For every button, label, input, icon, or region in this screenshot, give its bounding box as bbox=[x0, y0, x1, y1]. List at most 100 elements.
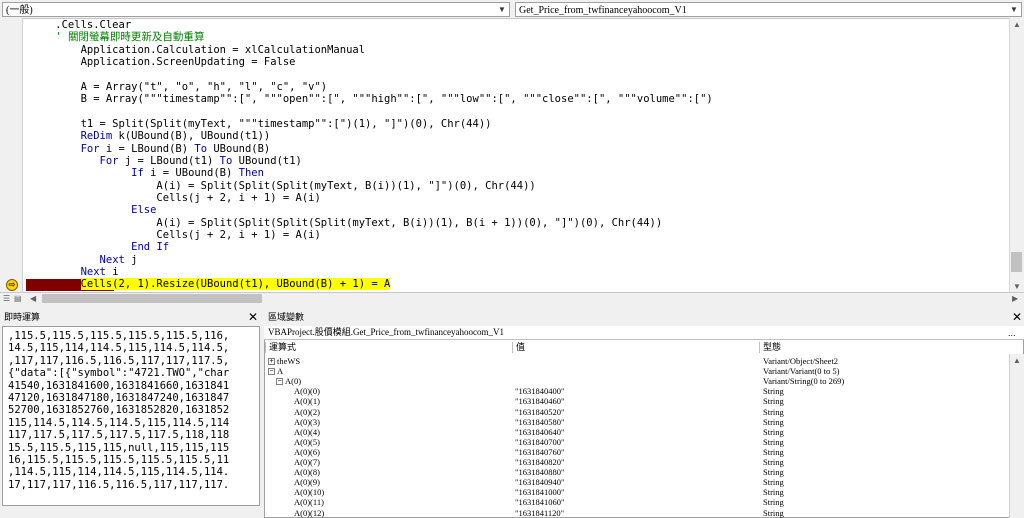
locals-expression[interactable]: A(0)(11) bbox=[294, 497, 324, 507]
locals-value[interactable]: "1631840940" bbox=[515, 477, 564, 487]
code-keyword: Next bbox=[99, 253, 125, 266]
collapse-icon[interactable]: − bbox=[268, 367, 275, 375]
code-line[interactable]: B = Array("""timestamp"":[", """open"":[… bbox=[30, 93, 713, 105]
immediate-line: ,117,117,116.5,116.5,117,117,117.5, bbox=[8, 354, 230, 367]
immediate-line: 41540,1631841600,1631841660,1631841 bbox=[8, 379, 230, 392]
immediate-line: 47120,1631847180,1631847240,1631847 bbox=[8, 392, 230, 404]
code-line[interactable]: Application.ScreenUpdating = False bbox=[30, 56, 296, 68]
code-vertical-scroll-thumb[interactable] bbox=[1011, 252, 1022, 272]
immediate-line: 14.5,115,114,114.5,115,114.5,114.5, bbox=[8, 342, 230, 355]
module-view-icon[interactable]: ▤ bbox=[14, 294, 22, 304]
immediate-line: {"data":[{"symbol":"4721.TWO","char bbox=[8, 367, 230, 380]
locals-context-label: VBAProject.股價模組.Get_Price_from_twfinance… bbox=[264, 326, 1024, 340]
code-comment: ' bbox=[30, 31, 68, 44]
column-header-value[interactable]: 值 bbox=[512, 342, 759, 353]
locals-expression[interactable]: A(0)(5) bbox=[294, 437, 320, 447]
locals-expression[interactable]: A(0)(7) bbox=[294, 457, 320, 467]
expand-icon[interactable]: + bbox=[268, 357, 275, 365]
code-line[interactable]: Application.Calculation = xlCalculationM… bbox=[30, 44, 365, 56]
code-horizontal-scroll-thumb[interactable] bbox=[42, 294, 262, 303]
locals-expression[interactable]: A(0) bbox=[285, 376, 301, 386]
code-line[interactable]: A(i) = Split(Split(Split(Split(myText, B… bbox=[30, 217, 662, 229]
margin-indicator-bar[interactable] bbox=[0, 18, 23, 292]
procedure-combo[interactable]: Get_Price_from_twfinanceyahoocom_V1 ▼ bbox=[515, 2, 1022, 17]
code-line[interactable]: Cells(j + 2, i + 1) = A(i) bbox=[30, 228, 321, 241]
locals-expression[interactable]: A(0)(1) bbox=[294, 396, 320, 406]
locals-value[interactable]: "1631840760" bbox=[515, 447, 564, 457]
locals-expression[interactable]: A bbox=[277, 366, 283, 376]
call-stack-button[interactable]: ... bbox=[1008, 328, 1016, 338]
locals-value[interactable]: "1631841120" bbox=[515, 508, 564, 518]
code-text: A(i) = Split(Split(Split(myText, B(i))(1… bbox=[30, 179, 536, 192]
locals-window[interactable] bbox=[264, 326, 1024, 518]
code-line[interactable]: Next i bbox=[30, 266, 119, 278]
locals-value[interactable]: "1631840400" bbox=[515, 386, 564, 396]
chevron-down-icon[interactable]: ▼ bbox=[1007, 3, 1021, 16]
code-line[interactable]: Next j bbox=[30, 254, 138, 266]
column-header-expression[interactable]: 運算式 bbox=[265, 342, 512, 353]
code-line[interactable]: For j = LBound(t1) To UBound(t1) bbox=[30, 155, 302, 167]
scroll-down-arrow-icon[interactable]: ▼ bbox=[1013, 282, 1021, 292]
locals-expression[interactable]: A(0)(12) bbox=[294, 508, 324, 518]
locals-expression[interactable]: A(0)(6) bbox=[294, 447, 320, 457]
locals-expression[interactable]: A(0)(9) bbox=[294, 477, 320, 487]
locals-value[interactable]: "1631840700" bbox=[515, 437, 564, 447]
locals-value[interactable]: "1631840580" bbox=[515, 417, 564, 427]
code-keyword: ReDim bbox=[80, 130, 113, 143]
code-line[interactable]: Else bbox=[30, 204, 156, 216]
immediate-horizontal-scrollbar[interactable] bbox=[2, 506, 260, 518]
code-line[interactable]: If i = UBound(B) Then bbox=[30, 167, 264, 179]
locals-type: String bbox=[763, 477, 784, 488]
chevron-down-icon[interactable]: ▼ bbox=[495, 3, 509, 16]
scroll-right-arrow-icon[interactable]: ▶ bbox=[1012, 294, 1018, 304]
code-text: j bbox=[124, 253, 138, 266]
collapse-icon[interactable]: − bbox=[276, 377, 283, 385]
locals-expression[interactable]: theWS bbox=[277, 356, 300, 366]
code-line[interactable]: ' 關閉螢幕即時更新及自動重算 bbox=[30, 31, 204, 43]
locals-expression[interactable]: A(0)(10) bbox=[294, 487, 324, 497]
code-text: B = Array("""timestamp"":[", """open"":[… bbox=[30, 93, 713, 106]
code-vertical-scrollbar[interactable] bbox=[1009, 18, 1024, 292]
locals-value[interactable]: "1631840520" bbox=[515, 407, 564, 417]
code-line[interactable]: Cells(j + 2, i + 1) = A(i) bbox=[30, 192, 320, 204]
locals-value[interactable]: "1631840880" bbox=[515, 467, 564, 477]
immediate-line: ,115.5,115.5,115.5,115.5,115.5,116, bbox=[8, 330, 230, 342]
code-keyword: Next bbox=[80, 266, 106, 278]
code-line[interactable]: A = Array("t", "o", "h", "l", "c", "v") bbox=[30, 81, 328, 93]
locals-expression[interactable]: A(0)(0) bbox=[294, 386, 320, 396]
scroll-up-arrow-icon[interactable]: ▲ bbox=[1013, 356, 1021, 366]
locals-expression[interactable]: A(0)(4) bbox=[294, 427, 320, 437]
code-keyword: Then bbox=[238, 167, 264, 180]
locals-value[interactable]: "1631841060" bbox=[515, 497, 564, 507]
code-line[interactable]: .Cells.Clear bbox=[30, 19, 131, 31]
locals-value[interactable]: "1631840640" bbox=[515, 427, 564, 437]
locals-value[interactable]: "1631841000" bbox=[515, 487, 564, 497]
locals-value[interactable]: "1631840820" bbox=[515, 457, 564, 467]
close-icon[interactable]: ✕ bbox=[246, 310, 260, 324]
locals-type: String bbox=[763, 497, 784, 508]
scroll-left-arrow-icon[interactable]: ◀ bbox=[30, 294, 36, 304]
scroll-up-arrow-icon[interactable]: ▲ bbox=[1013, 20, 1021, 30]
code-line[interactable]: ReDim k(UBound(B), UBound(t1)) bbox=[30, 130, 271, 143]
code-text: A(i) = Split(Split(Split(Split(myText, B… bbox=[30, 216, 663, 229]
procedure-view-icon[interactable]: ☰ bbox=[3, 294, 10, 304]
code-text: Cells(j + 2, i + 1) = A(i) bbox=[30, 228, 321, 241]
immediate-line: 16,115.5,115.5,115.5,115.5,115.5,11 bbox=[8, 454, 230, 466]
code-line[interactable]: A(i) = Split(Split(Split(myText, B(i))(1… bbox=[30, 179, 536, 192]
object-combo[interactable]: (一般) ▼ bbox=[2, 2, 510, 17]
column-header-type[interactable]: 型態 bbox=[759, 342, 1009, 353]
locals-value[interactable]: "1631840460" bbox=[515, 396, 564, 406]
code-line[interactable]: t1 = Split(Split(myText, """timestamp"":… bbox=[30, 118, 492, 130]
locals-expression[interactable]: A(0)(2) bbox=[294, 407, 320, 417]
locals-expression[interactable]: A(0)(8) bbox=[294, 467, 320, 477]
code-line[interactable]: For i = LBound(B) To UBound(B) bbox=[30, 143, 271, 155]
locals-vertical-scrollbar[interactable] bbox=[1009, 354, 1024, 518]
locals-expression[interactable]: A(0)(3) bbox=[294, 417, 320, 427]
code-line[interactable]: End If bbox=[30, 241, 169, 253]
execution-arrow-icon[interactable]: ⇨ bbox=[6, 279, 18, 291]
code-line[interactable]: Cells(2, 1).Resize(UBound(t1), UBound(B)… bbox=[30, 278, 391, 291]
close-icon[interactable]: ✕ bbox=[1010, 310, 1024, 324]
